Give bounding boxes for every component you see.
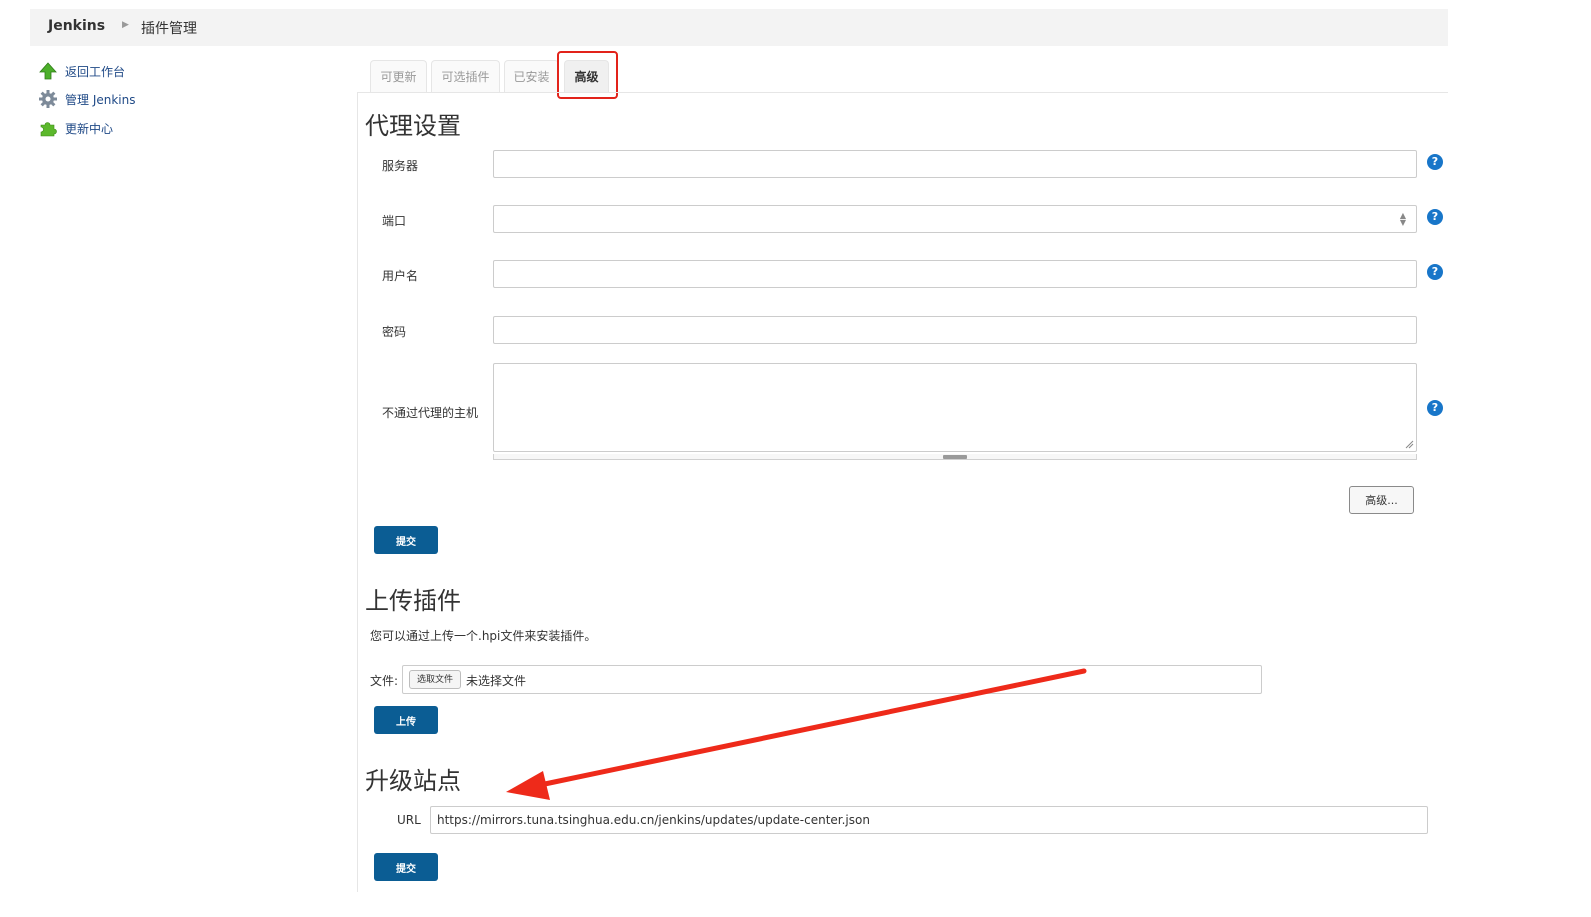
tab-available[interactable]: 可选插件 [431,60,500,92]
server-label: 服务器 [382,159,419,173]
port-label: 端口 [382,214,407,228]
textarea-expand-handle[interactable] [943,455,967,459]
upload-button[interactable]: 上传 [374,706,438,734]
proxy-submit-button[interactable]: 提交 [374,526,438,554]
tab-divider [357,92,1448,93]
tab-updates[interactable]: 可更新 [370,60,427,92]
sidebar-item-label: 更新中心 [65,121,114,136]
breadcrumb-bar: Jenkins ▶ 插件管理 [30,9,1448,46]
puzzle-icon [40,122,57,137]
sidebar-item-back-to-dashboard[interactable]: 返回工作台 [38,60,238,82]
url-label: URL [397,813,421,827]
username-help-icon[interactable]: ? [1427,264,1443,280]
proxy-settings-title: 代理设置 [365,112,461,140]
file-input-box[interactable] [402,665,1262,694]
breadcrumb-plugin-manager-link[interactable]: 插件管理 [141,18,197,38]
username-label: 用户名 [382,269,419,283]
breadcrumb-jenkins-link[interactable]: Jenkins [48,18,105,34]
file-label: 文件: [370,674,399,688]
sidebar-item-label: 管理 Jenkins [65,92,136,107]
proxy-username-input[interactable] [493,260,1417,288]
sidebar-item-update-center[interactable]: 更新中心 [38,117,238,139]
update-site-submit-button[interactable]: 提交 [374,853,438,881]
proxy-port-input[interactable] [493,205,1417,233]
sidebar-item-label: 返回工作台 [65,64,126,79]
no-proxy-host-label: 不通过代理的主机 [382,406,479,420]
tab-installed[interactable]: 已安装 [504,60,559,92]
tab-advanced[interactable]: 高级 [564,60,609,92]
no-file-selected-text: 未选择文件 [466,674,527,688]
update-site-url-input[interactable] [430,806,1428,834]
breadcrumb-separator-icon: ▶ [122,20,129,30]
proxy-server-input[interactable] [493,150,1417,178]
resize-grip-icon[interactable] [1404,439,1414,449]
stepper-down-icon[interactable]: ▼ [1398,219,1408,227]
choose-file-button[interactable]: 选取文件 [409,670,461,689]
upload-description: 您可以通过上传一个.hpi文件来安装插件。 [370,629,597,643]
no-proxy-help-icon[interactable]: ? [1427,400,1443,416]
proxy-password-input[interactable] [493,316,1417,344]
advanced-button[interactable]: 高级... [1349,486,1414,514]
up-arrow-icon [39,62,57,80]
password-label: 密码 [382,325,407,339]
port-stepper[interactable]: ▲ ▼ [1398,212,1408,227]
sidebar-item-manage-jenkins[interactable]: 管理 Jenkins [38,88,238,110]
panel-divider [357,92,358,892]
server-help-icon[interactable]: ? [1427,154,1443,170]
no-proxy-host-textarea[interactable] [493,363,1417,452]
gear-icon [39,90,57,108]
update-site-title: 升级站点 [365,767,461,795]
upload-plugin-title: 上传插件 [365,587,461,615]
port-help-icon[interactable]: ? [1427,209,1443,225]
